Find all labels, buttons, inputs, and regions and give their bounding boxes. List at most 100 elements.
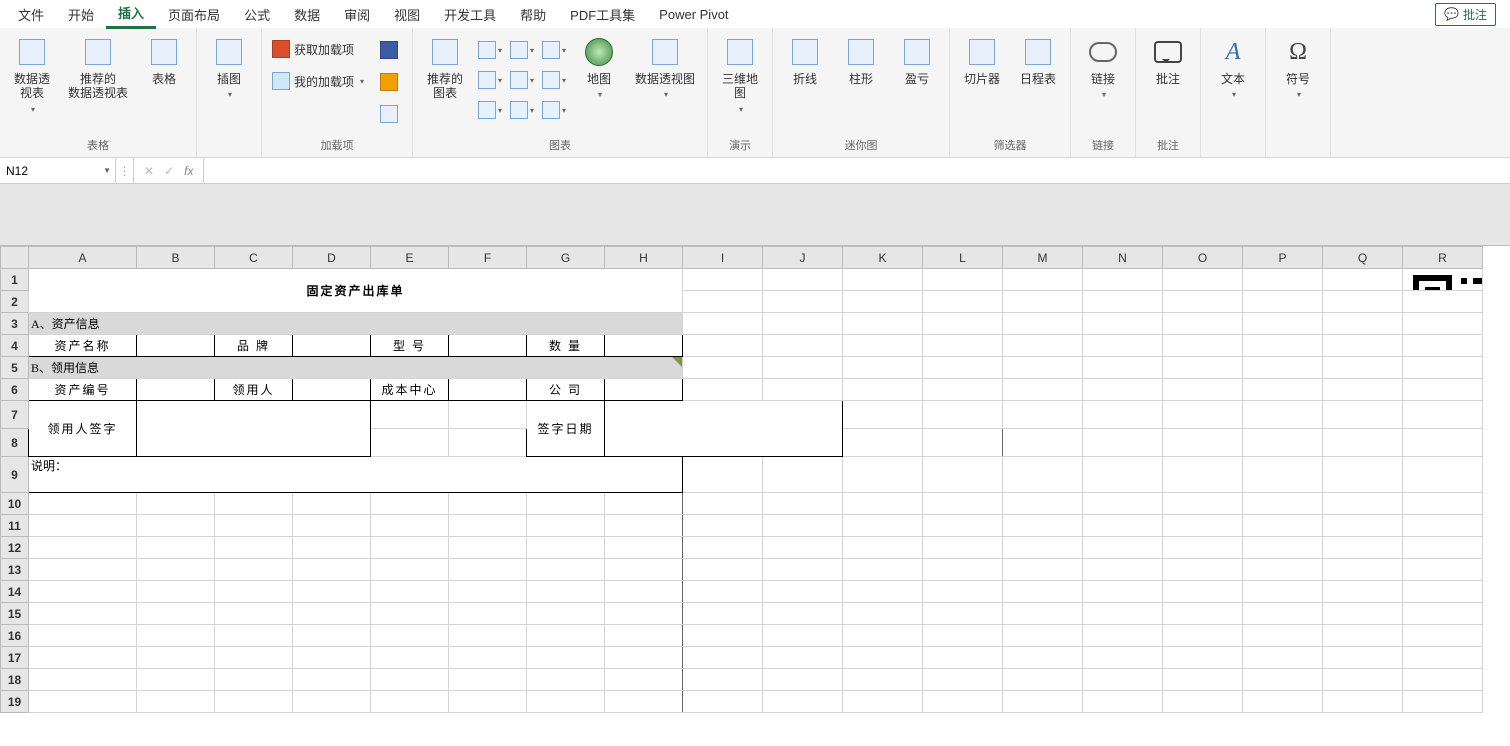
cell-D6[interactable] (293, 379, 371, 401)
cell-N11[interactable] (1083, 515, 1163, 537)
cell-H17[interactable] (605, 647, 683, 669)
cell-A18[interactable] (29, 669, 137, 691)
cell-G7[interactable]: 签字日期 (527, 401, 605, 457)
cell-P7[interactable] (1243, 401, 1323, 429)
cell-I12[interactable] (683, 537, 763, 559)
cell-O9[interactable] (1163, 457, 1243, 493)
cell-L5[interactable] (923, 357, 1003, 379)
cell-M15[interactable] (1003, 603, 1083, 625)
cell-B13[interactable] (137, 559, 215, 581)
row-header-4[interactable]: 4 (1, 335, 29, 357)
row-header-13[interactable]: 13 (1, 559, 29, 581)
cell-J17[interactable] (763, 647, 843, 669)
cell-K18[interactable] (843, 669, 923, 691)
cell-F17[interactable] (449, 647, 527, 669)
cell-L16[interactable] (923, 625, 1003, 647)
row-header-16[interactable]: 16 (1, 625, 29, 647)
col-header-O[interactable]: O (1163, 247, 1243, 269)
cell-Q15[interactable] (1323, 603, 1403, 625)
col-header-C[interactable]: C (215, 247, 293, 269)
col-header-N[interactable]: N (1083, 247, 1163, 269)
cell-Q7[interactable] (1323, 401, 1403, 429)
cell-C10[interactable] (215, 493, 293, 515)
cell-R18[interactable] (1403, 669, 1483, 691)
cell-P8[interactable] (1243, 429, 1323, 457)
cell-D16[interactable] (293, 625, 371, 647)
cell-Q16[interactable] (1323, 625, 1403, 647)
cell-C18[interactable] (215, 669, 293, 691)
cell-J8[interactable] (1003, 429, 1083, 457)
qr-code-image[interactable] (1403, 269, 1483, 291)
cell-C11[interactable] (215, 515, 293, 537)
cell-O16[interactable] (1163, 625, 1243, 647)
row-header-15[interactable]: 15 (1, 603, 29, 625)
row-header-14[interactable]: 14 (1, 581, 29, 603)
menu-powerpivot[interactable]: Power Pivot (647, 3, 740, 26)
row-header-8[interactable]: 8 (1, 429, 29, 457)
cell-Q19[interactable] (1323, 691, 1403, 713)
name-box-input[interactable] (6, 164, 109, 178)
cell-K13[interactable] (843, 559, 923, 581)
cell-M16[interactable] (1003, 625, 1083, 647)
cell-D11[interactable] (293, 515, 371, 537)
cell-R12[interactable] (1403, 537, 1483, 559)
menu-review[interactable]: 审阅 (332, 1, 382, 28)
cell-F8[interactable] (449, 429, 527, 457)
cell-F6[interactable] (449, 379, 527, 401)
col-header-M[interactable]: M (1003, 247, 1083, 269)
cell-A1[interactable]: 固定资产出库单 (29, 269, 683, 313)
cell-P18[interactable] (1243, 669, 1323, 691)
cell-L14[interactable] (923, 581, 1003, 603)
cell-K10[interactable] (843, 493, 923, 515)
cell-H6[interactable] (605, 379, 683, 401)
cell-H15[interactable] (605, 603, 683, 625)
cell-J3[interactable] (763, 313, 843, 335)
cell-J14[interactable] (763, 581, 843, 603)
cell-O7[interactable] (1163, 401, 1243, 429)
cell-O3[interactable] (1163, 313, 1243, 335)
cell-L10[interactable] (923, 493, 1003, 515)
cell-G17[interactable] (527, 647, 605, 669)
cell-M1[interactable] (1003, 269, 1083, 291)
cell-Q5[interactable] (1323, 357, 1403, 379)
cell-A15[interactable] (29, 603, 137, 625)
cell-L13[interactable] (923, 559, 1003, 581)
col-header-G[interactable]: G (527, 247, 605, 269)
fx-icon[interactable]: fx (184, 164, 193, 178)
cell-B8[interactable] (371, 429, 449, 457)
sparkline-winloss-button[interactable]: 盈亏 (891, 32, 943, 90)
cell-N15[interactable] (1083, 603, 1163, 625)
cell-P13[interactable] (1243, 559, 1323, 581)
cell-J1[interactable] (763, 269, 843, 291)
cell-G14[interactable] (527, 581, 605, 603)
cell-I10[interactable] (683, 493, 763, 515)
row-header-3[interactable]: 3 (1, 313, 29, 335)
cell-C4[interactable]: 品 牌 (215, 335, 293, 357)
col-header-D[interactable]: D (293, 247, 371, 269)
cell-I13[interactable] (683, 559, 763, 581)
col-header-L[interactable]: L (923, 247, 1003, 269)
cell-C13[interactable] (215, 559, 293, 581)
cell-K7[interactable] (843, 401, 923, 429)
cell-D17[interactable] (293, 647, 371, 669)
formula-input[interactable] (204, 158, 1510, 183)
cell-F7[interactable] (449, 401, 527, 429)
cell-A6[interactable]: 资产编号 (29, 379, 137, 401)
cell-A4[interactable]: 资产名称 (29, 335, 137, 357)
sparkline-line-button[interactable]: 折线 (779, 32, 831, 90)
col-header-B[interactable]: B (137, 247, 215, 269)
cell-K2[interactable] (843, 291, 923, 313)
cell-Q11[interactable] (1323, 515, 1403, 537)
cell-I1[interactable] (683, 269, 763, 291)
cell-O15[interactable] (1163, 603, 1243, 625)
menu-pagelayout[interactable]: 页面布局 (156, 1, 232, 28)
cell-N17[interactable] (1083, 647, 1163, 669)
cell-P3[interactable] (1243, 313, 1323, 335)
cell-I6[interactable] (683, 379, 763, 401)
cell-D4[interactable] (293, 335, 371, 357)
cell-B16[interactable] (137, 625, 215, 647)
line-chart-button[interactable]: ▾ (507, 36, 537, 64)
recommended-charts-button[interactable]: 推荐的 图表 (419, 32, 471, 105)
link-button[interactable]: 链接▾ (1077, 32, 1129, 104)
cell-A14[interactable] (29, 581, 137, 603)
